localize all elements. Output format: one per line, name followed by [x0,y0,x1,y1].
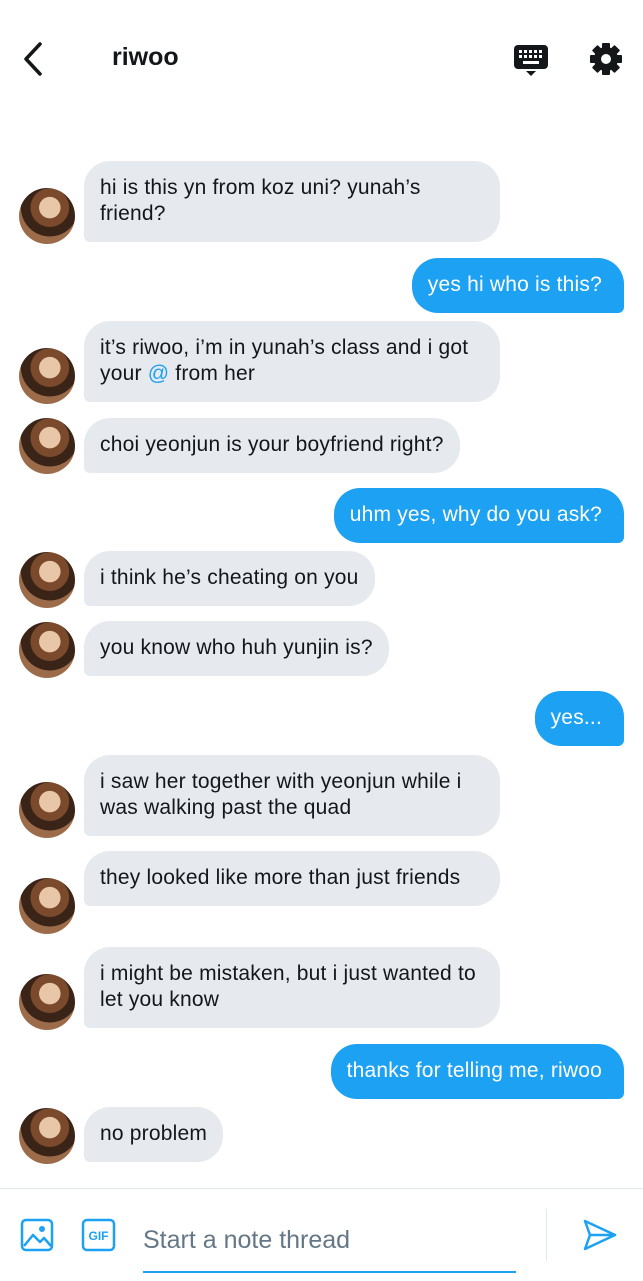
incoming-message[interactable]: i think he’s cheating on you [84,551,375,606]
incoming-message[interactable]: they looked like more than just friends [84,851,500,906]
back-arrow-icon[interactable] [18,40,52,78]
gear-icon[interactable] [587,40,625,78]
avatar[interactable] [19,418,75,474]
note-thread-input[interactable] [143,1209,516,1273]
incoming-message[interactable]: choi yeonjun is your boyfriend right? [84,418,460,473]
avatar[interactable] [19,552,75,608]
incoming-message[interactable]: hi is this yn from koz uni? yunah’s frie… [84,161,500,242]
gif-label: GIF [89,1229,109,1243]
message-text: from her [175,362,256,385]
avatar[interactable] [19,348,75,404]
outgoing-message[interactable]: yes... [534,691,624,746]
incoming-message[interactable]: it’s riwoo, i’m in yunah’s class and i g… [84,321,500,402]
send-icon[interactable] [582,1217,618,1253]
avatar[interactable] [19,1108,75,1164]
incoming-message[interactable]: no problem [84,1107,224,1162]
incoming-message[interactable]: i might be mistaken, but i just wanted t… [84,947,500,1028]
outgoing-message[interactable]: yes hi who is this? [411,258,624,313]
incoming-message[interactable]: you know who huh yunjin is? [84,621,389,676]
avatar[interactable] [19,974,75,1030]
incoming-message[interactable]: i saw her together with yeonjun while i … [84,755,500,836]
avatar[interactable] [19,878,75,934]
avatar[interactable] [19,782,75,838]
conversation-header: riwoo [0,0,643,118]
divider [546,1209,547,1261]
outgoing-message[interactable]: uhm yes, why do you ask? [333,488,624,543]
mention-link[interactable]: @ [148,362,170,385]
image-icon[interactable] [20,1218,54,1252]
message-composer: GIF [0,1188,643,1281]
keyboard-icon[interactable] [512,42,550,78]
avatar[interactable] [19,188,75,244]
outgoing-message[interactable]: thanks for telling me, riwoo [330,1044,624,1099]
conversation-title: riwoo [112,43,179,71]
avatar[interactable] [19,622,75,678]
gif-icon[interactable]: GIF [81,1218,116,1252]
